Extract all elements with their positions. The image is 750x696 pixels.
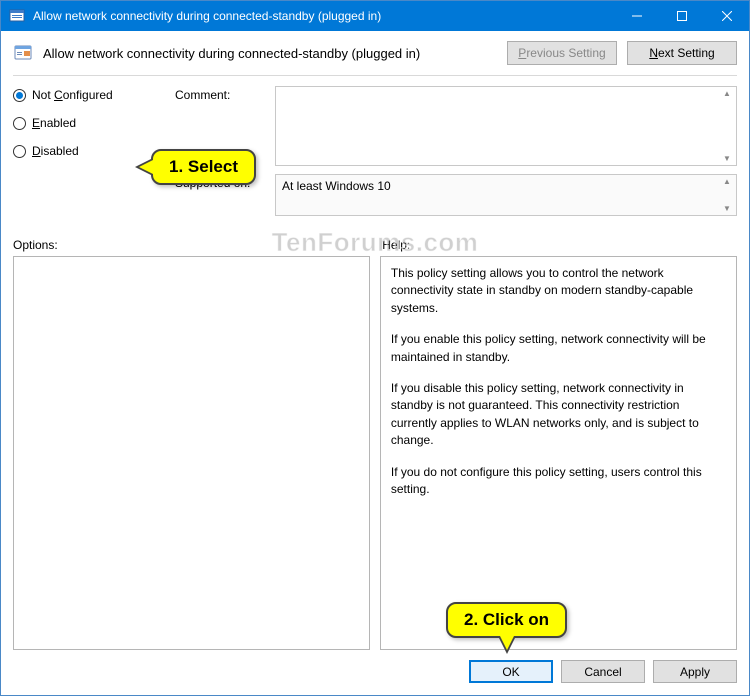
client-area: Allow network connectivity during connec… (1, 31, 749, 695)
comment-textarea[interactable]: ▲▼ (275, 86, 737, 166)
apply-button[interactable]: Apply (653, 660, 737, 683)
ok-button[interactable]: OK (469, 660, 553, 683)
radio-icon (13, 145, 26, 158)
radio-icon (13, 117, 26, 130)
previous-setting-button[interactable]: Previous Setting (507, 41, 617, 65)
help-label: Help: (382, 238, 737, 252)
help-paragraph: If you disable this policy setting, netw… (391, 380, 726, 450)
dialog-footer: OK Cancel Apply (13, 650, 737, 683)
help-paragraph: If you do not configure this policy sett… (391, 464, 726, 499)
policy-title: Allow network connectivity during connec… (43, 46, 497, 61)
help-panel[interactable]: This policy setting allows you to contro… (380, 256, 737, 650)
radio-icon (13, 89, 26, 102)
help-paragraph: This policy setting allows you to contro… (391, 265, 726, 317)
radio-disabled[interactable]: Disabled (13, 144, 163, 158)
annotation-select: 1. Select (151, 149, 256, 185)
separator (13, 75, 737, 76)
annotation-click-on: 2. Click on (446, 602, 567, 638)
scroll-arrows[interactable]: ▲▼ (720, 89, 734, 163)
next-setting-button[interactable]: Next Setting (627, 41, 737, 65)
state-radios: Not Configured Enabled Disabled (13, 86, 163, 224)
options-panel[interactable] (13, 256, 370, 650)
policy-header: Allow network connectivity during connec… (13, 41, 737, 73)
radio-enabled[interactable]: Enabled (13, 116, 163, 130)
comment-label: Comment: (175, 86, 265, 102)
radio-label: Enabled (32, 116, 76, 130)
gpedit-policy-window: Allow network connectivity during connec… (0, 0, 750, 696)
panels: This policy setting allows you to contro… (13, 256, 737, 650)
radio-label: Not Configured (32, 88, 113, 102)
close-button[interactable] (704, 1, 749, 31)
maximize-button[interactable] (659, 1, 704, 31)
titlebar: Allow network connectivity during connec… (1, 1, 749, 31)
policy-icon (13, 43, 33, 63)
help-paragraph: If you enable this policy setting, netwo… (391, 331, 726, 366)
cancel-button[interactable]: Cancel (561, 660, 645, 683)
options-label: Options: (13, 238, 382, 252)
fields: Comment: ▲▼ Supported on: At least Windo… (175, 86, 737, 224)
scroll-arrows[interactable]: ▲▼ (720, 177, 734, 213)
radio-label: Disabled (32, 144, 79, 158)
gpedit-icon (9, 8, 25, 24)
config-area: Not Configured Enabled Disabled Comment:… (13, 86, 737, 224)
window-title: Allow network connectivity during connec… (33, 9, 614, 23)
minimize-button[interactable] (614, 1, 659, 31)
supported-on-box: At least Windows 10 ▲▼ (275, 174, 737, 216)
radio-not-configured[interactable]: Not Configured (13, 88, 163, 102)
